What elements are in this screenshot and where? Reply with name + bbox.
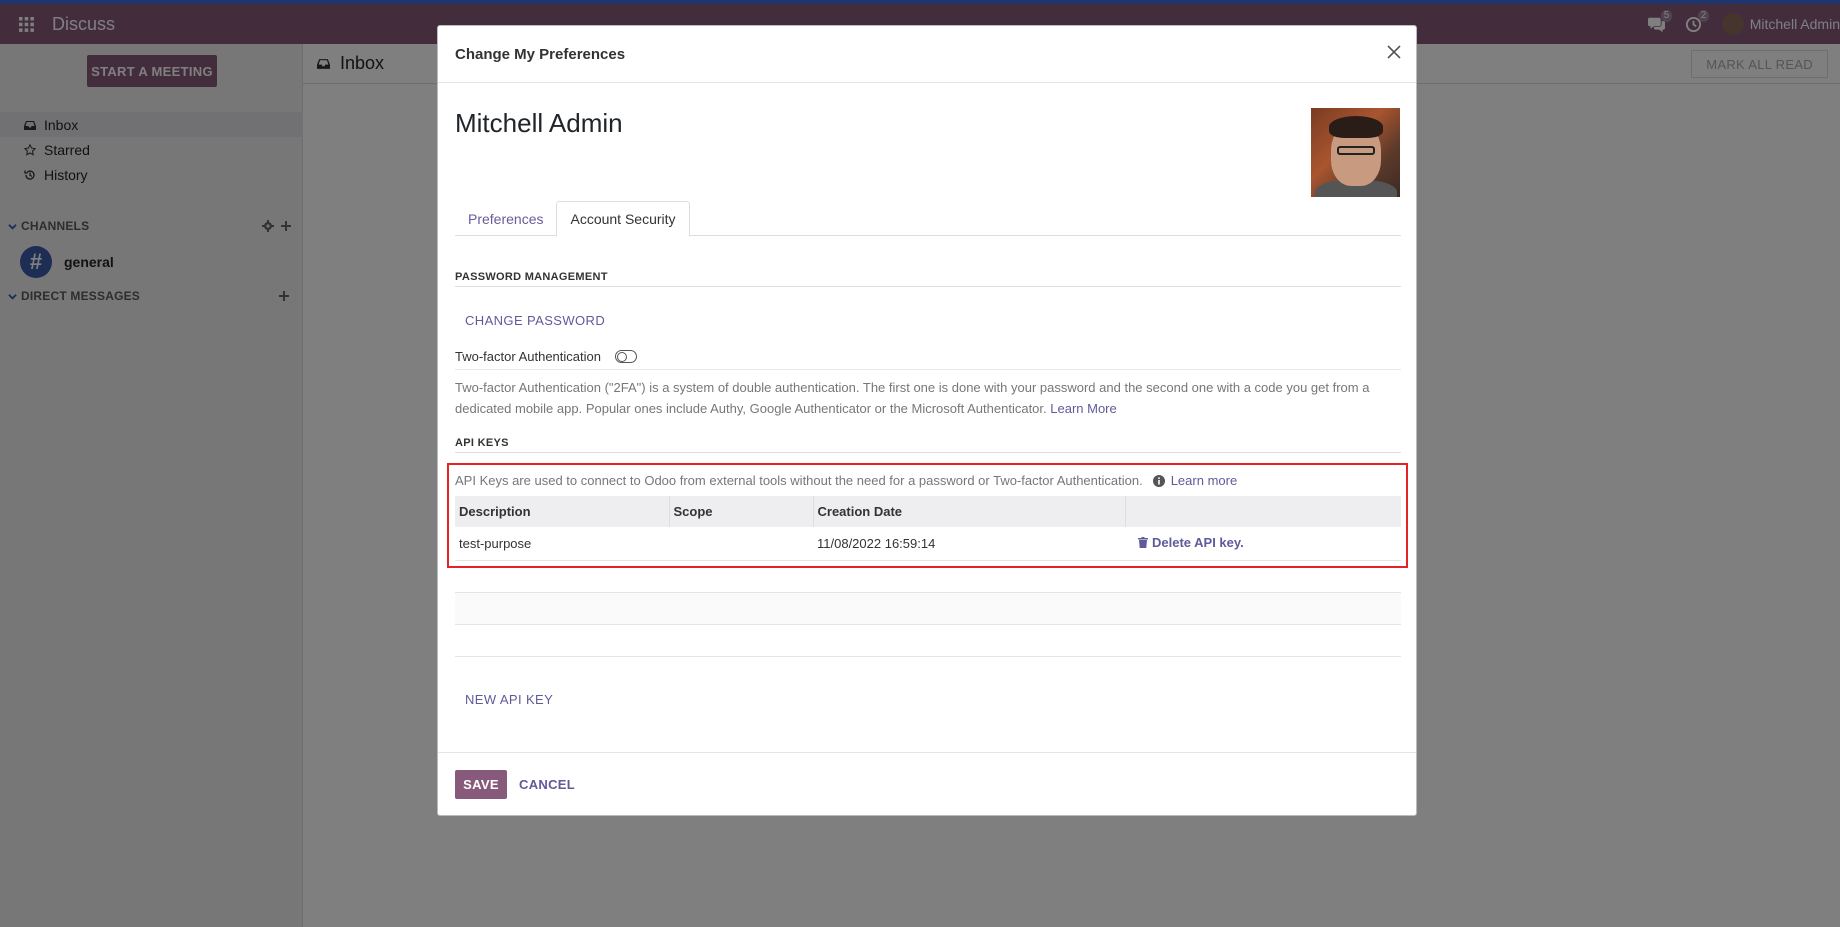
password-management-heading: PASSWORD MANAGEMENT bbox=[455, 271, 1401, 287]
twofa-description: Two-factor Authentication ("2FA") is a s… bbox=[455, 377, 1401, 419]
twofa-toggle[interactable] bbox=[614, 350, 637, 363]
cancel-button[interactable]: CANCEL bbox=[519, 777, 575, 792]
api-key-action-cell: Delete API key. bbox=[1125, 527, 1401, 561]
column-header-scope: Scope bbox=[669, 496, 814, 527]
twofa-learn-more-link[interactable]: Learn More bbox=[1050, 401, 1116, 416]
table-row-empty bbox=[455, 560, 1401, 593]
tab-bar: Preferences Account Security bbox=[455, 201, 1401, 237]
trash-icon bbox=[1138, 537, 1148, 549]
dialog-footer: SAVE CANCEL bbox=[438, 752, 1416, 815]
user-name-heading: Mitchell Admin bbox=[455, 108, 623, 138]
table-row-empty bbox=[455, 624, 1401, 657]
tab-account-security[interactable]: Account Security bbox=[556, 201, 690, 237]
delete-api-key-button[interactable]: Delete API key. bbox=[1129, 535, 1244, 550]
table-row-empty bbox=[455, 592, 1401, 625]
tab-preferences[interactable]: Preferences bbox=[455, 201, 556, 236]
api-learn-more-link[interactable]: Learn more bbox=[1171, 473, 1237, 488]
column-header-description: Description bbox=[455, 496, 670, 527]
dialog-title: Change My Preferences bbox=[455, 45, 626, 63]
info-icon bbox=[1152, 474, 1165, 487]
twofa-description-text: Two-factor Authentication ("2FA") is a s… bbox=[455, 380, 1370, 416]
close-icon bbox=[1387, 45, 1401, 59]
table-row: test-purpose 11/08/2022 16:59:14 Delete … bbox=[455, 527, 1401, 561]
save-button[interactable]: SAVE bbox=[455, 769, 507, 799]
twofa-label: Two-factor Authentication bbox=[455, 349, 601, 364]
user-photo[interactable] bbox=[1311, 108, 1400, 197]
close-button[interactable] bbox=[1384, 42, 1404, 62]
api-keys-description-text: API Keys are used to connect to Odoo fro… bbox=[455, 473, 1143, 488]
api-key-scope bbox=[669, 527, 813, 561]
twofa-row: Two-factor Authentication bbox=[455, 344, 1401, 370]
delete-api-key-label: Delete API key. bbox=[1152, 535, 1244, 551]
column-header-actions bbox=[1125, 496, 1401, 527]
table-header-row: Description Scope Creation Date bbox=[455, 496, 1401, 527]
change-password-button[interactable]: CHANGE PASSWORD bbox=[465, 313, 605, 328]
api-keys-description: API Keys are used to connect to Odoo fro… bbox=[455, 473, 1237, 488]
column-header-creation-date: Creation Date bbox=[813, 496, 1126, 527]
api-key-description: test-purpose bbox=[455, 527, 669, 561]
api-keys-heading: API KEYS bbox=[455, 437, 1401, 453]
api-key-creation-date: 11/08/2022 16:59:14 bbox=[813, 527, 1125, 561]
preferences-dialog: Change My Preferences Mitchell Admin Pre… bbox=[437, 25, 1417, 816]
api-keys-table: Description Scope Creation Date test-pur… bbox=[455, 496, 1401, 657]
new-api-key-button[interactable]: NEW API KEY bbox=[465, 692, 553, 707]
dialog-header: Change My Preferences bbox=[438, 26, 1416, 83]
